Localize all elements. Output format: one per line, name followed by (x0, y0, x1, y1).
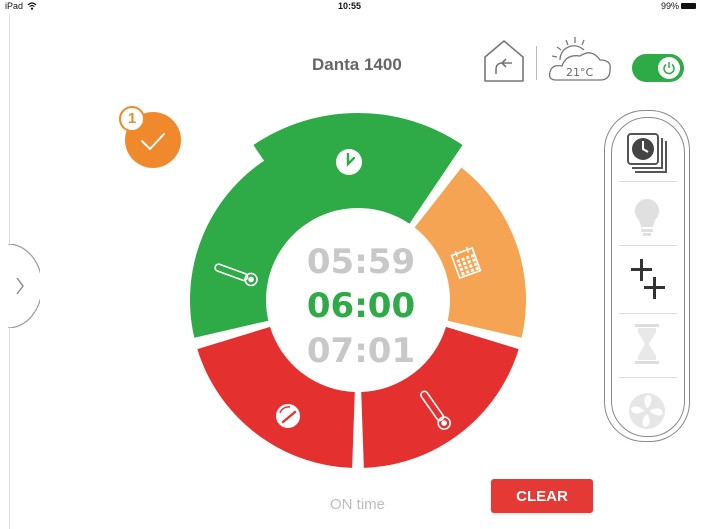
time-current[interactable]: 06:00 (291, 286, 431, 326)
side-divider (619, 377, 677, 378)
side-divider (619, 181, 677, 182)
time-next: 07:01 (306, 331, 416, 371)
app-screen: iPad 10:55 99% Danta 1400 21°C 1 05:59 0… (0, 0, 703, 529)
clock-stack-icon[interactable] (625, 131, 669, 175)
plus-plus-icon[interactable] (629, 257, 667, 301)
on-time-label: ON time (330, 496, 386, 513)
side-divider (619, 313, 677, 314)
clear-button[interactable]: CLEAR (491, 479, 593, 513)
bulb-icon[interactable] (633, 197, 661, 237)
gauge-icon (276, 404, 300, 428)
clock-icon (336, 149, 362, 175)
fan-icon[interactable] (627, 391, 667, 431)
time-previous: 05:59 (306, 242, 416, 282)
mode-side-panel (604, 110, 690, 442)
hourglass-icon[interactable] (633, 323, 661, 365)
side-divider (619, 245, 677, 246)
